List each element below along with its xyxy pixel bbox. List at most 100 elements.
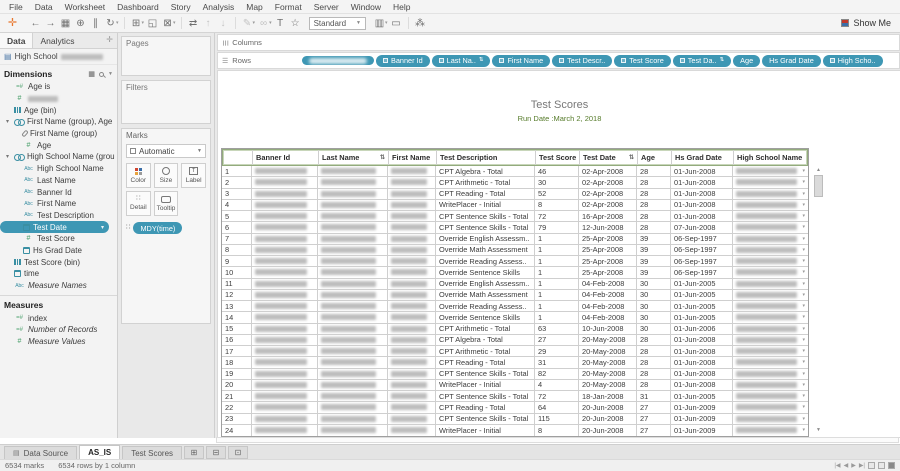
redacted-cell[interactable] — [388, 233, 436, 244]
rows-pill-test-descr-[interactable]: Test Descr.. — [552, 54, 613, 67]
prev-sheet-icon[interactable]: ◀ — [844, 462, 849, 469]
redacted-cell[interactable] — [318, 312, 388, 323]
new-story-tab-button[interactable]: ⊡ — [228, 446, 249, 459]
age-cell[interactable]: 27 — [637, 402, 671, 413]
test-description-cell[interactable]: WritePlacer - Initial — [436, 199, 535, 210]
show-sheet-sorter-icon[interactable] — [878, 462, 885, 469]
field-first-name[interactable]: First Name — [0, 198, 117, 210]
hs-grad-date-cell[interactable]: 01-Jun-2008 — [671, 199, 733, 210]
fit-selector[interactable]: Standard ▼ — [308, 16, 366, 30]
next-sheet-icon[interactable]: ▶ — [851, 462, 856, 469]
redacted-cell[interactable] — [252, 289, 318, 300]
test-score-cell[interactable]: 1 — [535, 312, 579, 323]
hs-grad-date-cell[interactable]: 01-Jun-2005 — [671, 289, 733, 300]
group-members-caret-icon[interactable]: ▾ — [269, 20, 272, 26]
test-score-cell[interactable]: 8 — [535, 199, 579, 210]
scroll-down-icon[interactable]: ▼ — [816, 426, 821, 434]
test-description-cell[interactable]: Override Reading Assess.. — [436, 301, 535, 312]
age-cell[interactable]: 28 — [637, 334, 671, 345]
new-dashboard-tab-button[interactable]: ⊟ — [206, 446, 227, 459]
rows-pill-banner-id[interactable]: Banner Id — [376, 54, 430, 67]
test-score-cell[interactable]: 30 — [535, 177, 579, 188]
redacted-cell[interactable]: ▾ — [733, 324, 808, 334]
redacted-cell[interactable] — [252, 368, 318, 379]
redacted-cell[interactable] — [318, 244, 388, 255]
redacted-cell[interactable]: ▾ — [733, 189, 808, 199]
redacted-cell[interactable] — [318, 289, 388, 300]
row-number-cell[interactable]: 14 — [222, 312, 252, 323]
redacted-cell[interactable]: ▾ — [733, 200, 808, 210]
age-cell[interactable]: 28 — [637, 199, 671, 210]
hs-grad-date-cell[interactable]: 01-Jun-2008 — [671, 166, 733, 177]
redacted-cell[interactable]: ▾ — [733, 279, 808, 289]
field-last-name[interactable]: Last Name — [0, 175, 117, 187]
column-header-banner-id[interactable]: Banner Id — [253, 150, 319, 165]
age-cell[interactable]: 28 — [637, 368, 671, 379]
field-test-score-bin-[interactable]: Test Score (bin) — [0, 256, 117, 268]
redacted-cell[interactable] — [318, 256, 388, 267]
redacted-cell[interactable] — [252, 233, 318, 244]
row-number-cell[interactable]: 18 — [222, 357, 252, 368]
show-mark-labels-icon[interactable]: T — [273, 15, 288, 32]
label-button[interactable]: T Label — [181, 163, 206, 188]
test-score-cell[interactable]: 1 — [535, 256, 579, 267]
test-description-cell[interactable]: CPT Algebra - Total — [436, 166, 535, 177]
row-number-cell[interactable]: 3 — [222, 188, 252, 199]
test-description-cell[interactable]: CPT Reading - Total — [436, 402, 535, 413]
hs-grad-date-cell[interactable]: 01-Jun-2005 — [671, 278, 733, 289]
redacted-cell[interactable] — [318, 211, 388, 222]
row-number-cell[interactable]: 11 — [222, 278, 252, 289]
test-score-cell[interactable]: 4 — [535, 379, 579, 390]
hs-grad-date-cell[interactable]: 01-Jun-2008 — [671, 357, 733, 368]
auto-updates-caret-icon[interactable]: ▾ — [116, 20, 119, 26]
highlight-caret-icon[interactable]: ▾ — [253, 20, 256, 26]
age-cell[interactable]: 30 — [637, 278, 671, 289]
test-description-cell[interactable]: CPT Sentence Skills - Total — [436, 413, 535, 424]
swap-rows-columns-icon[interactable]: ⇄ — [186, 15, 201, 32]
duplicate-sheet-icon[interactable]: ◱ — [145, 15, 160, 32]
redacted-cell[interactable]: ▾ — [733, 256, 808, 266]
redacted-cell[interactable] — [318, 188, 388, 199]
rows-pill-hs-grad-date[interactable]: Hs Grad Date — [762, 54, 821, 67]
column-sort-icon[interactable]: ⇅ — [629, 154, 634, 161]
test-description-cell[interactable]: CPT Arithmetic - Total — [436, 346, 535, 357]
field-age-bin-[interactable]: Age (bin) — [0, 104, 117, 116]
test-description-cell[interactable]: Override Math Assessment — [436, 289, 535, 300]
column-header-test-date[interactable]: Test Date ⇅ — [580, 150, 638, 165]
menu-item-format[interactable]: Format — [269, 2, 308, 12]
redacted-cell[interactable] — [252, 188, 318, 199]
find-field-icon[interactable] — [99, 71, 105, 77]
test-date-cell[interactable]: 02-Apr-2008 — [579, 177, 637, 188]
test-description-cell[interactable]: CPT Arithmetic - Total — [436, 323, 535, 334]
hs-grad-date-cell[interactable]: 06-Sep-1997 — [671, 256, 733, 267]
redacted-cell[interactable] — [318, 424, 388, 436]
new-datasource-icon[interactable]: ⊕ — [73, 15, 88, 32]
test-date-cell[interactable]: 25-Apr-2008 — [579, 244, 637, 255]
test-date-cell[interactable]: 20-May-2008 — [579, 346, 637, 357]
test-score-cell[interactable]: 27 — [535, 334, 579, 345]
redacted-cell[interactable] — [388, 256, 436, 267]
hs-grad-date-cell[interactable]: 01-Jun-2009 — [671, 413, 733, 424]
redacted-cell[interactable] — [388, 368, 436, 379]
test-score-cell[interactable]: 64 — [535, 402, 579, 413]
test-date-cell[interactable]: 10-Jun-2008 — [579, 323, 637, 334]
test-description-cell[interactable]: CPT Algebra - Total — [436, 334, 535, 345]
test-date-cell[interactable]: 04-Feb-2008 — [579, 312, 637, 323]
age-cell[interactable]: 27 — [637, 424, 671, 436]
hs-grad-date-cell[interactable]: 01-Jun-2008 — [671, 177, 733, 188]
rows-pill-first-name[interactable]: First Name — [492, 54, 551, 67]
redacted-cell[interactable] — [388, 244, 436, 255]
field-caret-icon[interactable]: ▾ — [101, 224, 107, 231]
row-number-cell[interactable]: 22 — [222, 402, 252, 413]
redacted-cell[interactable] — [388, 357, 436, 368]
redacted-cell[interactable] — [318, 222, 388, 233]
test-description-cell[interactable]: CPT Arithmetic - Total — [436, 177, 535, 188]
expander-icon[interactable]: ▾ — [4, 118, 11, 125]
test-date-cell[interactable]: 20-Jun-2008 — [579, 413, 637, 424]
redacted-cell[interactable]: ▾ — [733, 290, 808, 300]
menu-item-window[interactable]: Window — [345, 2, 387, 12]
datasource-row[interactable]: ▤ High School — [0, 49, 117, 65]
test-description-cell[interactable]: Override Math Assessment — [436, 244, 535, 255]
field-redacted[interactable] — [0, 93, 117, 105]
row-number-cell[interactable]: 8 — [222, 244, 252, 255]
